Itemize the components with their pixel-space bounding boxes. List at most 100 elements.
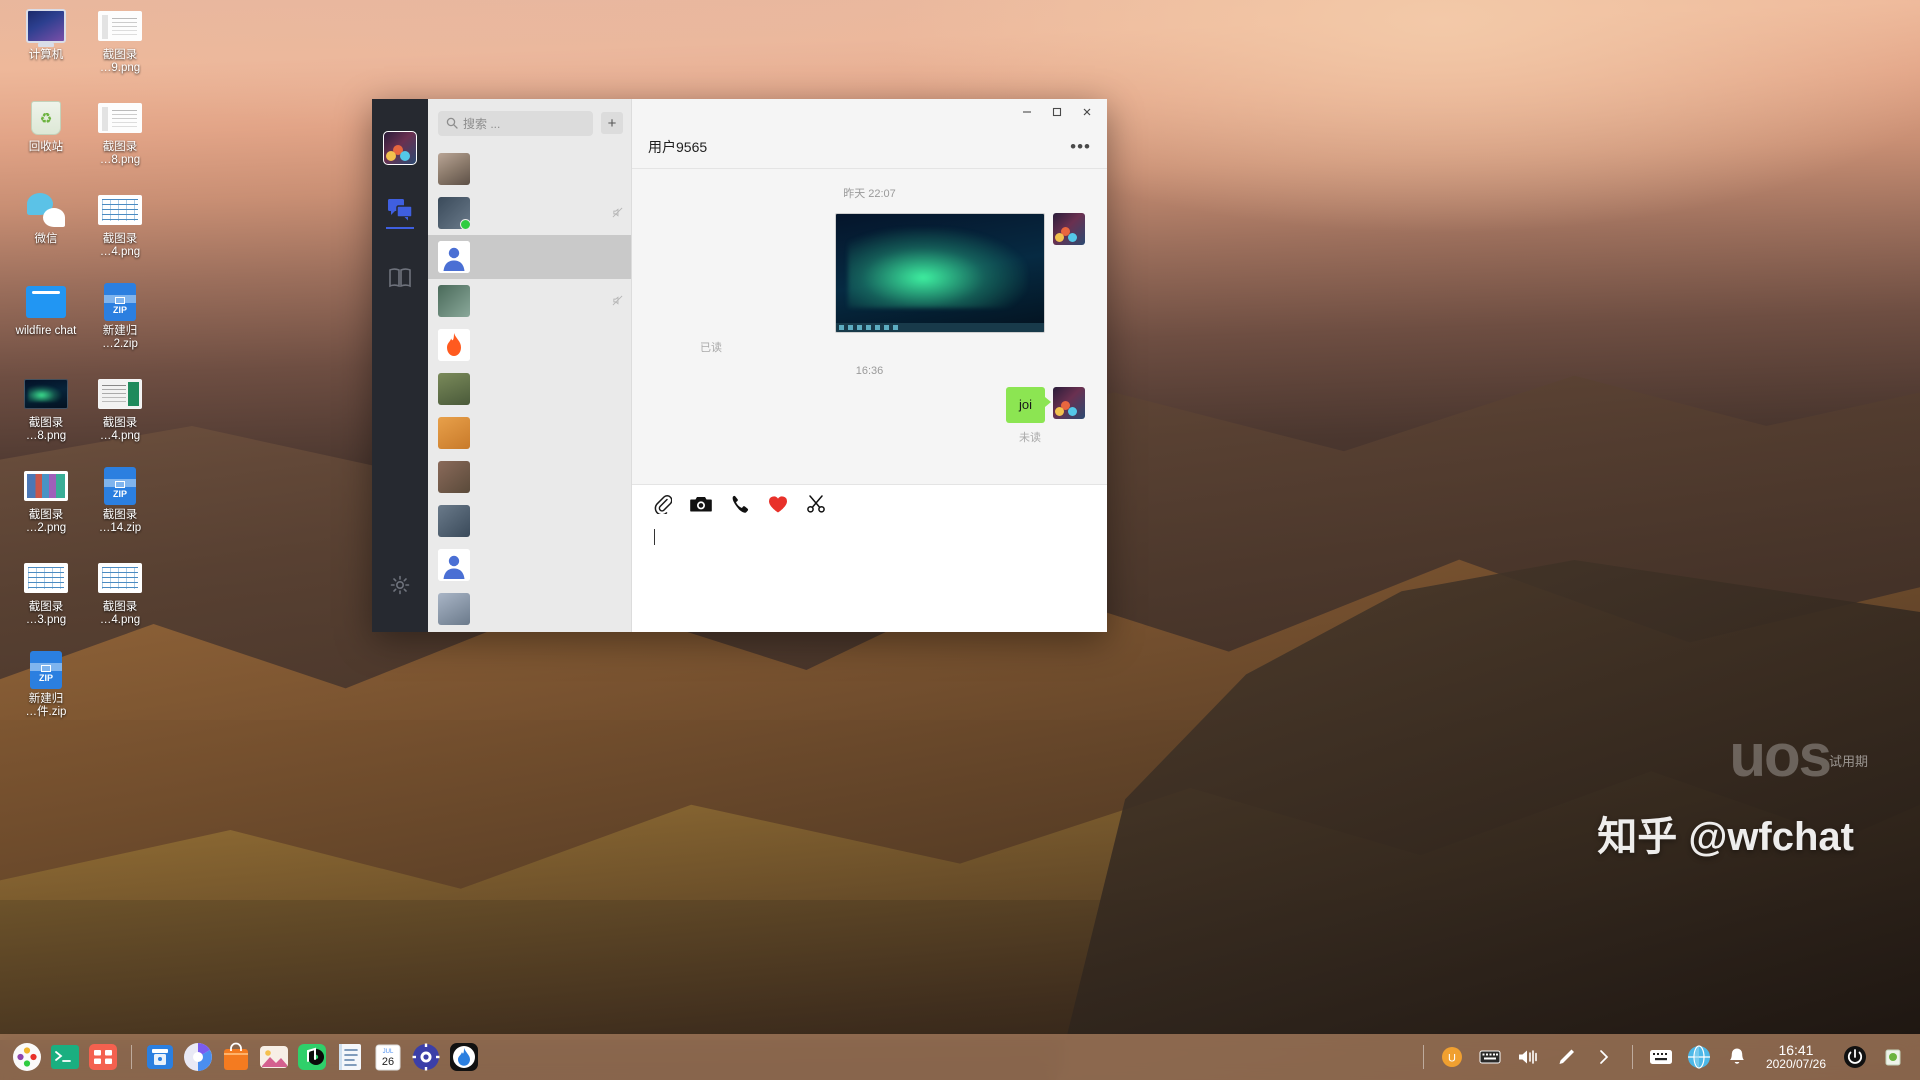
attach-icon[interactable] (654, 494, 672, 514)
desktop-icon[interactable]: 截图录…4.png (80, 190, 160, 282)
maximize-button[interactable] (1043, 101, 1071, 123)
desktop-icon[interactable]: 微信 (6, 190, 86, 282)
terminal-icon[interactable] (48, 1040, 82, 1074)
message-area: 昨天 22:07 已读 16:36 joi 未读 (632, 169, 1107, 484)
conversation-body (478, 292, 623, 311)
im-left-rail (372, 99, 428, 632)
heart-icon (768, 495, 788, 514)
zip-icon: ZIP (30, 651, 62, 689)
browser-icon[interactable] (181, 1040, 215, 1074)
monitor-icon (24, 6, 68, 46)
conversation-list-item[interactable] (428, 543, 631, 587)
notification-bell-icon[interactable] (1720, 1040, 1754, 1074)
phone-icon[interactable] (730, 494, 750, 514)
monitor-icon (26, 9, 66, 43)
image-thumbnail (98, 195, 142, 225)
keyboard-icon[interactable] (1473, 1040, 1507, 1074)
desktop-icon[interactable]: 截图录…8.png (80, 98, 160, 190)
ubuntu-indicator-icon[interactable]: U (1435, 1040, 1469, 1074)
text-caret (654, 529, 655, 545)
conversation-list[interactable] (428, 147, 631, 632)
scissors-icon[interactable] (806, 494, 826, 514)
desktop-icon[interactable]: ♻回收站 (6, 98, 86, 190)
conversation-body (478, 609, 623, 610)
desktop-icon[interactable]: 截图录…4.png (80, 374, 160, 466)
wildfire-im-window[interactable]: 搜索 ... + (372, 99, 1107, 632)
desktop-icon[interactable]: 计算机 (6, 6, 86, 98)
sidebar-item-contacts[interactable] (372, 255, 428, 301)
message-bubble-outgoing[interactable]: joi (1006, 387, 1045, 423)
launcher-icon[interactable] (10, 1040, 44, 1074)
conversation-list-item[interactable] (428, 235, 631, 279)
message-row-text[interactable]: joi (654, 387, 1085, 423)
desktop-icon-label: 截图录…3.png (26, 601, 66, 627)
file-manager-icon (145, 1042, 175, 1072)
minimize-button[interactable] (1013, 101, 1041, 123)
conversation-list-item[interactable] (428, 587, 631, 631)
desktop-icon[interactable]: ZIP新建归…2.zip (80, 282, 160, 374)
add-conversation-button[interactable]: + (601, 112, 623, 134)
heart-icon[interactable] (768, 495, 788, 514)
conversation-list-item[interactable] (428, 323, 631, 367)
volume-icon[interactable] (1511, 1040, 1545, 1074)
search-input[interactable]: 搜索 ... (438, 111, 593, 136)
desktop-icon[interactable]: ZIP新建归…件.zip (6, 650, 86, 742)
sidebar-item-chat[interactable] (372, 187, 428, 233)
gear-icon (390, 575, 410, 595)
conversation-body (478, 204, 623, 223)
image-thumb-doc (98, 98, 142, 138)
desktop-icon[interactable]: 截图录…3.png (6, 558, 86, 650)
conversation-list-item[interactable] (428, 279, 631, 323)
photos-icon[interactable] (257, 1040, 291, 1074)
settings-icon (411, 1042, 441, 1072)
user-avatar[interactable] (383, 131, 417, 165)
calendar-icon[interactable]: JUL26 (371, 1040, 405, 1074)
desktop-icon[interactable]: ZIP截图录…14.zip (80, 466, 160, 558)
camera-icon[interactable] (690, 495, 712, 513)
conversation-list-item[interactable] (428, 411, 631, 455)
terminal-icon (50, 1042, 80, 1072)
conversation-avatar (438, 241, 470, 273)
taskbar-trash-button[interactable] (1876, 1040, 1910, 1074)
desktop-icon[interactable]: 截图录…8.png (6, 374, 86, 466)
desktop-icon-label: 计算机 (29, 49, 64, 62)
power-button[interactable] (1838, 1040, 1872, 1074)
avatar[interactable] (1053, 387, 1085, 419)
taskbar-clock[interactable]: 16:41 2020/07/26 (1758, 1043, 1834, 1071)
wechat-icon (27, 193, 65, 227)
file-manager-icon[interactable] (143, 1040, 177, 1074)
message-input[interactable] (632, 523, 1107, 632)
music-icon[interactable] (295, 1040, 329, 1074)
more-options-button[interactable]: ••• (1070, 137, 1091, 157)
settings-icon[interactable] (409, 1040, 443, 1074)
conversation-list-item[interactable] (428, 191, 631, 235)
market-icon[interactable] (219, 1040, 253, 1074)
desktop-icon[interactable]: 截图录…4.png (80, 558, 160, 650)
text-editor-icon[interactable] (333, 1040, 367, 1074)
conversation-list-item[interactable] (428, 147, 631, 191)
desktop-icon-label: 截图录…4.png (100, 601, 140, 627)
conversation-list-item[interactable] (428, 367, 631, 411)
power-icon (1843, 1045, 1867, 1069)
close-icon (1081, 106, 1093, 118)
desktop-icon[interactable]: 截图录…2.png (6, 466, 86, 558)
wildfire-icon[interactable] (447, 1040, 481, 1074)
image-thumbnail (98, 379, 142, 409)
message-row-image[interactable] (654, 213, 1085, 333)
avatar[interactable] (1053, 213, 1085, 245)
desktop-icon[interactable]: 截图录…9.png (80, 6, 160, 98)
desktop-icon[interactable]: wildfire chat (6, 282, 86, 374)
music-icon (297, 1042, 327, 1072)
sidebar-item-settings[interactable] (372, 562, 428, 608)
image-message[interactable] (835, 213, 1045, 333)
close-button[interactable] (1073, 101, 1101, 123)
app-store-icon[interactable] (86, 1040, 120, 1074)
wechat-icon (24, 190, 68, 230)
keyboard-tray-icon[interactable] (1644, 1040, 1678, 1074)
network-icon[interactable] (1682, 1040, 1716, 1074)
pen-icon[interactable] (1549, 1040, 1583, 1074)
chevron-right-icon[interactable] (1587, 1040, 1621, 1074)
conversation-list-item[interactable] (428, 455, 631, 499)
window-titlebar[interactable] (632, 99, 1107, 125)
conversation-list-item[interactable] (428, 499, 631, 543)
